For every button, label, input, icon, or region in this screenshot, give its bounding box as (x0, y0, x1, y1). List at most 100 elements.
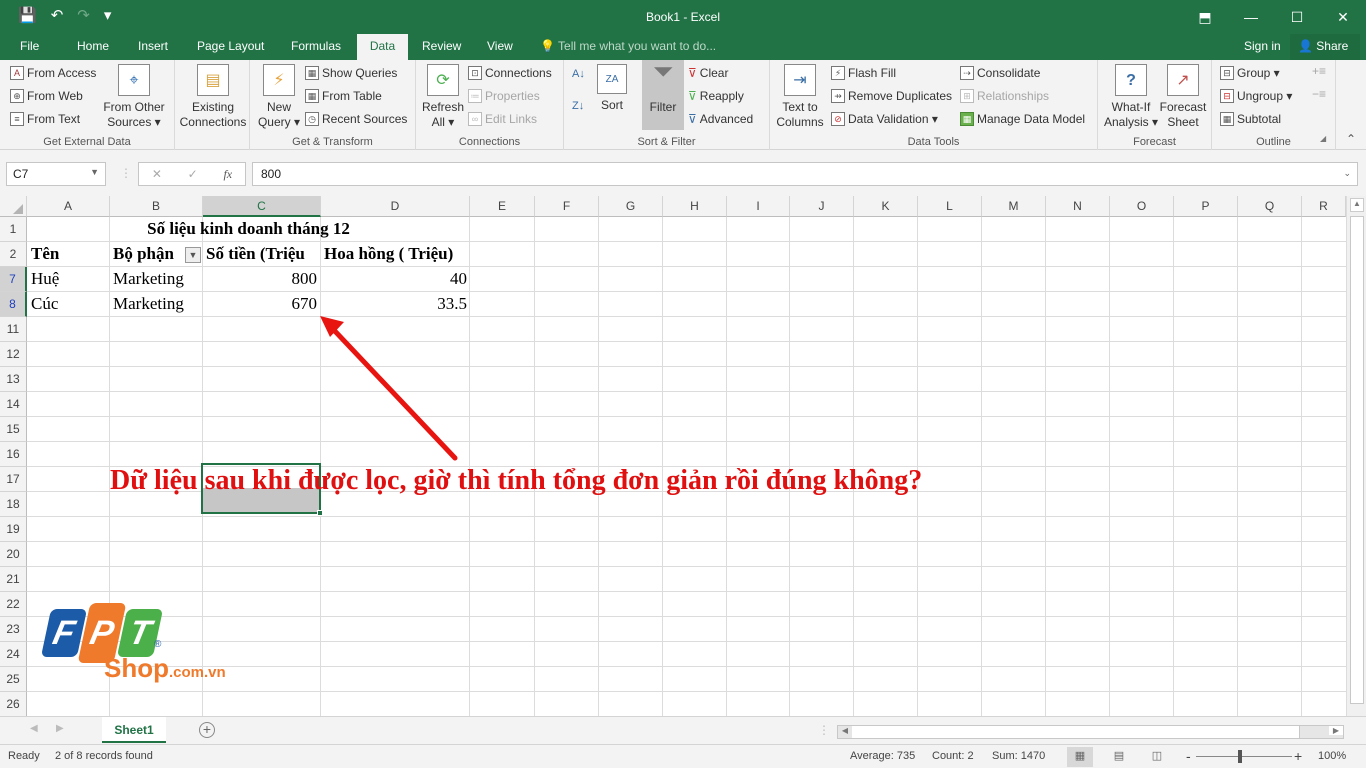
expand-formula-bar-icon[interactable]: ⌄ (1343, 168, 1351, 179)
enter-icon[interactable]: ✓ (188, 167, 198, 181)
collapse-ribbon-icon[interactable]: ⌃ (1346, 132, 1356, 146)
flash-fill-icon: ⚡ (831, 66, 845, 80)
show-queries-button[interactable]: ▦ Show Queries (305, 66, 397, 80)
minimize-button[interactable]: — (1228, 0, 1274, 34)
data-validation-button[interactable]: ⊘ Data Validation ▾ (831, 112, 938, 126)
zoom-slider-track[interactable] (1196, 756, 1292, 757)
group-button[interactable]: ⊟ Group ▾ (1220, 66, 1280, 80)
status-ready: Ready (8, 750, 40, 762)
web-icon: ⊕ (10, 89, 24, 103)
from-access-button[interactable]: A From Access (10, 66, 96, 80)
text-to-columns-button[interactable]: ⇥ Text to Columns (772, 64, 828, 130)
group-connections: ⟳ Refresh All ▾ ⊡ Connections ≔ Properties … (416, 60, 564, 150)
scroll-left-icon[interactable]: ◀ (838, 726, 852, 735)
add-sheet-button[interactable]: + (199, 722, 215, 738)
title-bar: 💾 ↶ ↷ ▾ Book1 - Excel ⬒ — ☐ ✕ (0, 0, 1366, 34)
from-text-button[interactable]: ≡ From Text (10, 112, 80, 126)
tab-formulas[interactable]: Formulas (281, 34, 351, 60)
from-web-button[interactable]: ⊕ From Web (10, 89, 83, 103)
relationships-button: ⊞ Relationships (960, 89, 1049, 103)
scroll-up-icon[interactable]: ▲ (1350, 198, 1364, 212)
manage-data-model-button[interactable]: ▦ Manage Data Model (960, 112, 1085, 126)
cancel-icon[interactable]: ✕ (152, 167, 162, 181)
page-break-preview-icon[interactable]: ◫ (1144, 747, 1170, 767)
sort-a-to-z-button[interactable]: A↓ (572, 68, 585, 80)
prev-sheet-icon[interactable]: ◀ (30, 723, 38, 734)
next-sheet-icon[interactable]: ▶ (56, 723, 64, 734)
new-query-button[interactable]: ⚡ New Query ▾ (256, 64, 302, 130)
remove-duplicates-button[interactable]: ⇸ Remove Duplicates (831, 89, 952, 103)
existing-connections-icon: ▤ (197, 64, 229, 96)
tab-insert[interactable]: Insert (128, 34, 178, 60)
flash-fill-button[interactable]: ⚡ Flash Fill (831, 66, 896, 80)
clear-filter-button[interactable]: ⊽ Clear (688, 66, 728, 80)
table-icon: ▦ (305, 89, 319, 103)
tell-me-search[interactable]: 💡 Tell me what you want to do... (540, 34, 716, 58)
status-average: Average: 735 (850, 750, 916, 762)
refresh-all-button[interactable]: ⟳ Refresh All ▾ (420, 64, 466, 130)
dialog-launcher-icon[interactable]: ◢ (1320, 134, 1326, 143)
formula-input[interactable]: 800 ⌄ (252, 162, 1358, 186)
data-model-icon: ▦ (960, 112, 974, 126)
tab-home[interactable]: Home (67, 34, 119, 60)
group-get-external-data: A From Access ⊕ From Web ≡ From Text ⌖ From… (0, 60, 175, 150)
filter-button[interactable]: ⏷ Filter (642, 58, 684, 130)
sheet-tab-sheet1[interactable]: Sheet1 (102, 717, 166, 743)
tab-view[interactable]: View (477, 34, 523, 60)
zoom-slider-thumb[interactable] (1238, 750, 1242, 763)
ungroup-icon: ⊟ (1220, 89, 1234, 103)
group-outline: ⊟ Group ▾ ⊟ Ungroup ▾ ▦ Subtotal +≡ −≡ Outl… (1212, 60, 1336, 150)
from-other-sources-button[interactable]: ⌖ From Other Sources ▾ (100, 64, 168, 130)
clear-filter-icon: ⊽ (688, 66, 697, 80)
horizontal-scrollbar[interactable]: ◀ ▶ (837, 725, 1344, 739)
tab-file[interactable]: File (10, 34, 49, 60)
recent-sources-icon: ◷ (305, 112, 319, 126)
vertical-scroll-thumb[interactable] (1350, 216, 1364, 704)
sort-z-to-a-button[interactable]: Z↓ (572, 100, 584, 112)
from-table-button[interactable]: ▦ From Table (305, 89, 382, 103)
show-detail-icon: +≡ (1312, 64, 1327, 78)
maximize-button[interactable]: ☐ (1274, 0, 1320, 34)
zoom-level[interactable]: 100% (1318, 750, 1346, 762)
tab-data[interactable]: Data (357, 34, 408, 60)
close-button[interactable]: ✕ (1320, 0, 1366, 34)
zoom-out-button[interactable]: - (1186, 748, 1191, 764)
sort-button[interactable]: ZA Sort (594, 64, 630, 113)
ribbon-display-options-button[interactable]: ⬒ (1182, 0, 1228, 34)
forecast-sheet-button[interactable]: ↗ Forecast Sheet (1158, 64, 1208, 130)
tab-page-layout[interactable]: Page Layout (187, 34, 274, 60)
tab-review[interactable]: Review (412, 34, 471, 60)
group-label: Get External Data (43, 136, 131, 148)
tab-splitter-handle[interactable]: ⋮ (818, 723, 830, 737)
what-if-analysis-button[interactable]: ? What-If Analysis ▾ (1102, 64, 1160, 130)
recent-sources-button[interactable]: ◷ Recent Sources (305, 112, 407, 126)
scroll-right-icon[interactable]: ▶ (1329, 726, 1343, 735)
properties-icon: ≔ (468, 89, 482, 103)
advanced-filter-button[interactable]: ⊽ Advanced (688, 112, 753, 126)
group-label: Outline (1256, 136, 1291, 148)
connections-button[interactable]: ⊡ Connections (468, 66, 552, 80)
share-button[interactable]: 👤 Share (1290, 34, 1360, 60)
other-sources-icon: ⌖ (118, 64, 150, 96)
consolidate-button[interactable]: ⇢ Consolidate (960, 66, 1040, 80)
sign-in-link[interactable]: Sign in (1244, 34, 1281, 58)
vertical-scrollbar[interactable]: ▲ (1346, 196, 1366, 716)
ungroup-button[interactable]: ⊟ Ungroup ▾ (1220, 89, 1292, 103)
page-layout-view-icon[interactable]: ▤ (1106, 747, 1132, 767)
insert-function-icon[interactable]: fx (223, 167, 232, 182)
window-title: Book1 - Excel (645, 10, 721, 24)
arrow-shaft (329, 325, 458, 461)
horizontal-scroll-thumb[interactable] (852, 726, 1300, 738)
name-box[interactable]: C7 ▼ (6, 162, 106, 186)
splitter-handle[interactable]: ⋮ (120, 166, 132, 180)
group-get-transform: ⚡ New Query ▾ ▦ Show Queries ▦ From Table ◷… (250, 60, 416, 150)
existing-connections-button[interactable]: ▤ Existing Connections (177, 64, 249, 130)
edit-links-button: ∞ Edit Links (468, 112, 537, 126)
reapply-button[interactable]: ⊽ Reapply (688, 89, 744, 103)
chevron-down-icon[interactable]: ▼ (90, 167, 99, 177)
forecast-chart-icon: ↗ (1167, 64, 1199, 96)
subtotal-button[interactable]: ▦ Subtotal (1220, 112, 1281, 126)
zoom-in-button[interactable]: + (1294, 748, 1302, 764)
normal-view-icon[interactable]: ▦ (1067, 747, 1093, 767)
group-label: Get & Transform (292, 136, 373, 148)
